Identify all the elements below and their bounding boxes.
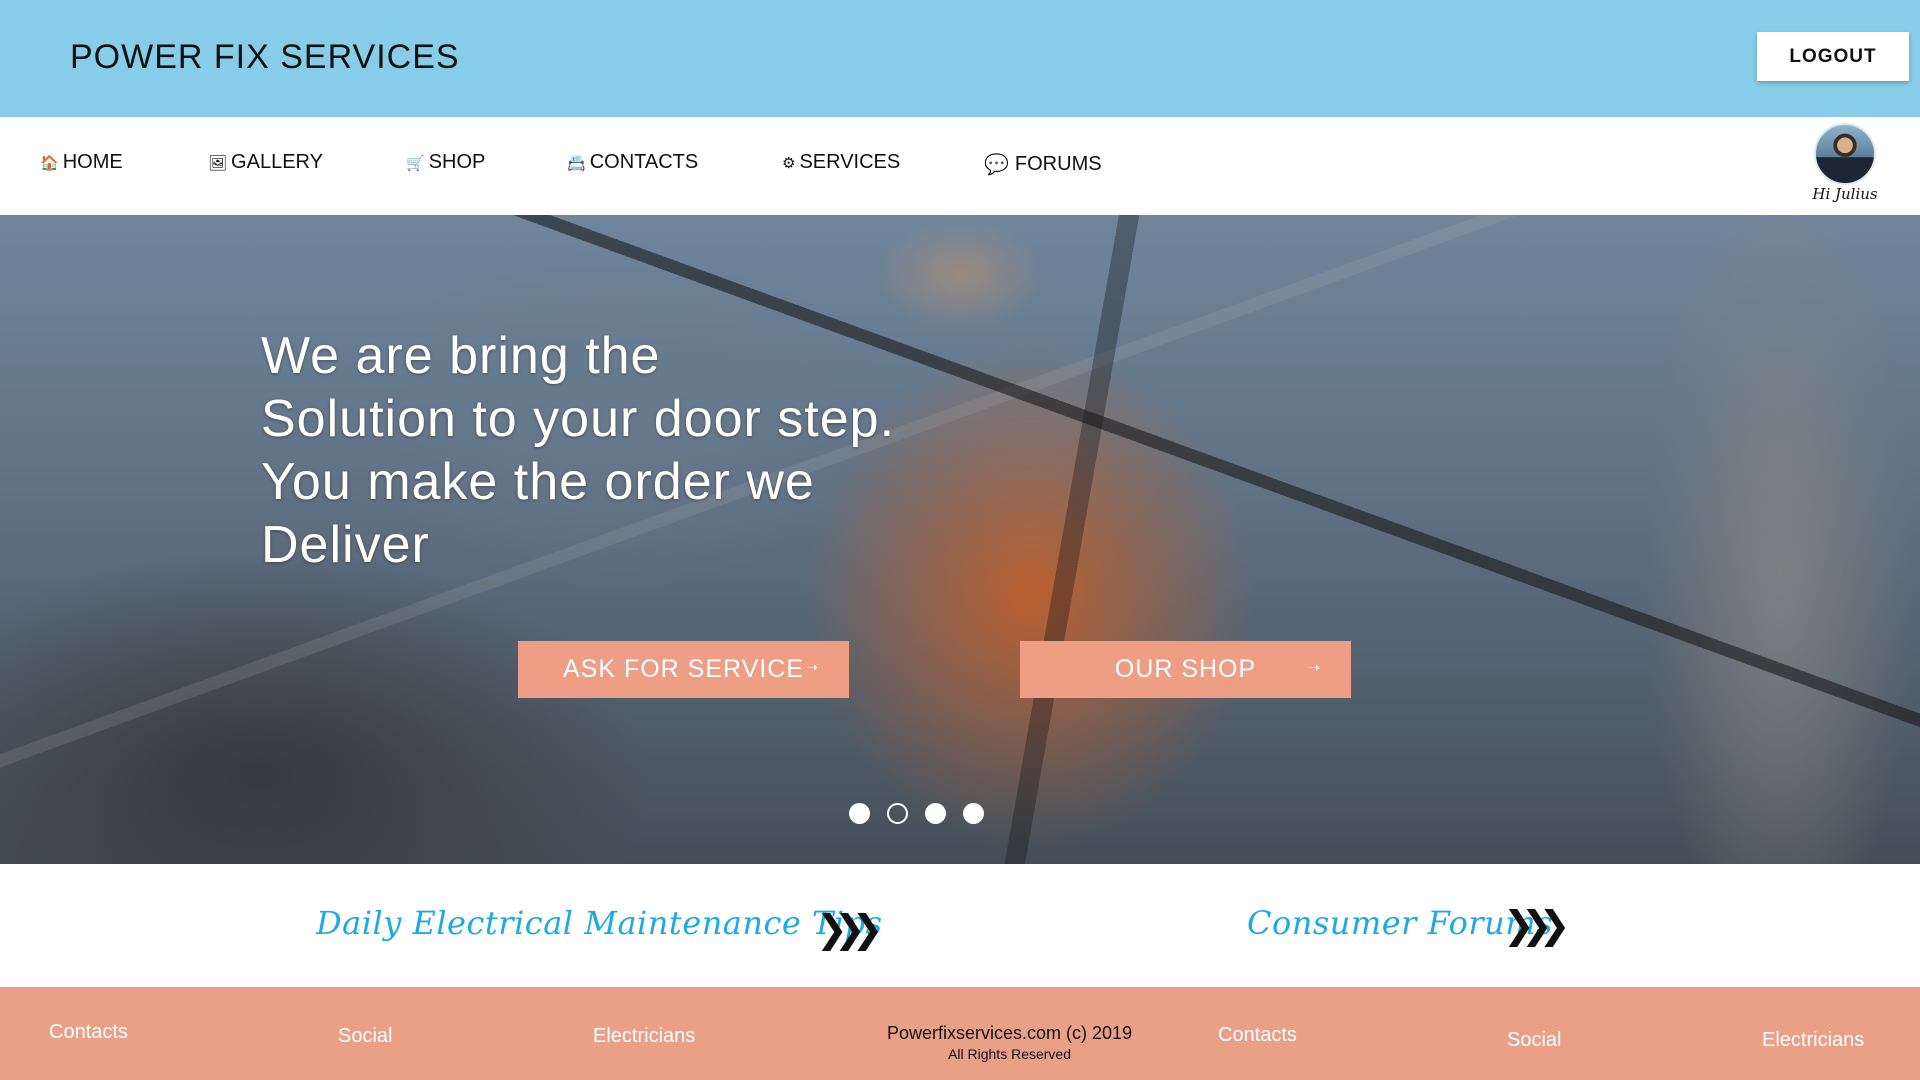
carousel-dot-3[interactable] xyxy=(925,803,946,824)
headline-line: You make the order we xyxy=(261,453,815,511)
nav-item-contacts[interactable]: 📇 CONTACTS xyxy=(567,151,698,174)
footer-social-link[interactable]: Social xyxy=(1507,1029,1561,1052)
nav-item-services[interactable]: ⚙ SERVICES xyxy=(782,151,900,174)
nav-item-label: HOME xyxy=(62,151,123,173)
chevrons-right-icon[interactable]: ❯❯❯ xyxy=(1503,907,1570,945)
footer-electricians-link[interactable]: Electricians xyxy=(593,1025,695,1048)
chevrons-right-icon[interactable]: ❯❯❯ xyxy=(816,911,883,949)
footer-social-link[interactable]: Social xyxy=(338,1025,392,1048)
nav-item-label: FORUMS xyxy=(1014,153,1102,175)
carousel-dot-1[interactable] xyxy=(849,803,870,824)
arrow-right-icon: ➝ xyxy=(806,659,819,675)
ask-for-service-button[interactable]: ASK FOR SERVICE ➝ xyxy=(518,641,849,698)
cart-icon: 🛒 xyxy=(406,154,425,172)
carousel-dots xyxy=(849,803,984,824)
headline-line: Deliver xyxy=(261,516,430,574)
nav-item-gallery[interactable]: 🖼 GALLERY xyxy=(208,151,323,174)
button-label: OUR SHOP xyxy=(1114,655,1257,683)
carousel-dot-4[interactable] xyxy=(963,803,984,824)
footer: Contacts Social Electricians Powerfixser… xyxy=(0,987,1920,1080)
arrow-right-icon: ➝ xyxy=(1308,659,1321,675)
button-label: ASK FOR SERVICE xyxy=(563,655,804,683)
hero-headline: We are bring the Solution to your door s… xyxy=(261,325,1021,577)
nav-item-label: SERVICES xyxy=(799,151,901,173)
nav-item-shop[interactable]: 🛒 SHOP xyxy=(406,151,485,174)
gallery-icon: 🖼 xyxy=(208,154,228,172)
avatar[interactable] xyxy=(1814,123,1876,185)
nav-item-label: GALLERY xyxy=(231,151,323,173)
our-shop-button[interactable]: OUR SHOP ➝ xyxy=(1020,641,1351,698)
brand-title[interactable]: POWER FIX SERVICES xyxy=(70,38,460,77)
header-bar: POWER FIX SERVICES LOGOUT xyxy=(0,0,1920,117)
user-greeting: Hi Julius xyxy=(1812,185,1878,203)
contacts-icon: 📇 xyxy=(567,154,586,172)
footer-electricians-link[interactable]: Electricians xyxy=(1762,1029,1864,1052)
hero-banner: We are bring the Solution to your door s… xyxy=(0,215,1920,864)
nav-item-label: CONTACTS xyxy=(589,151,699,173)
main-nav: 🏠 HOME 🖼 GALLERY 🛒 SHOP 📇 CONTACTS ⚙ SER… xyxy=(0,117,1920,216)
footer-contacts-link[interactable]: Contacts xyxy=(1218,1024,1297,1047)
footer-contacts-link[interactable]: Contacts xyxy=(49,1021,128,1044)
headline-line: We are bring the xyxy=(261,327,661,385)
headline-line: Solution to your door step. xyxy=(261,390,896,448)
nav-item-label: SHOP xyxy=(428,151,486,173)
maintenance-tips-link[interactable]: Daily Electrical Maintenance Tips xyxy=(316,904,883,942)
rights-text: All Rights Reserved xyxy=(948,1046,1071,1062)
copyright: Powerfixservices.com (c) 2019 All Rights… xyxy=(887,1023,1132,1062)
copyright-text: Powerfixservices.com (c) 2019 xyxy=(887,1023,1133,1043)
user-profile[interactable]: Hi Julius xyxy=(1805,123,1885,203)
chat-icon: 💬 xyxy=(984,154,1009,176)
logout-button[interactable]: LOGOUT xyxy=(1757,32,1909,81)
home-icon: 🏠 xyxy=(40,154,59,172)
nav-item-forums[interactable]: 💬 FORUMS xyxy=(984,152,1102,177)
gear-icon: ⚙ xyxy=(782,154,796,172)
nav-item-home[interactable]: 🏠 HOME xyxy=(40,151,123,174)
carousel-dot-2-active[interactable] xyxy=(887,803,908,824)
